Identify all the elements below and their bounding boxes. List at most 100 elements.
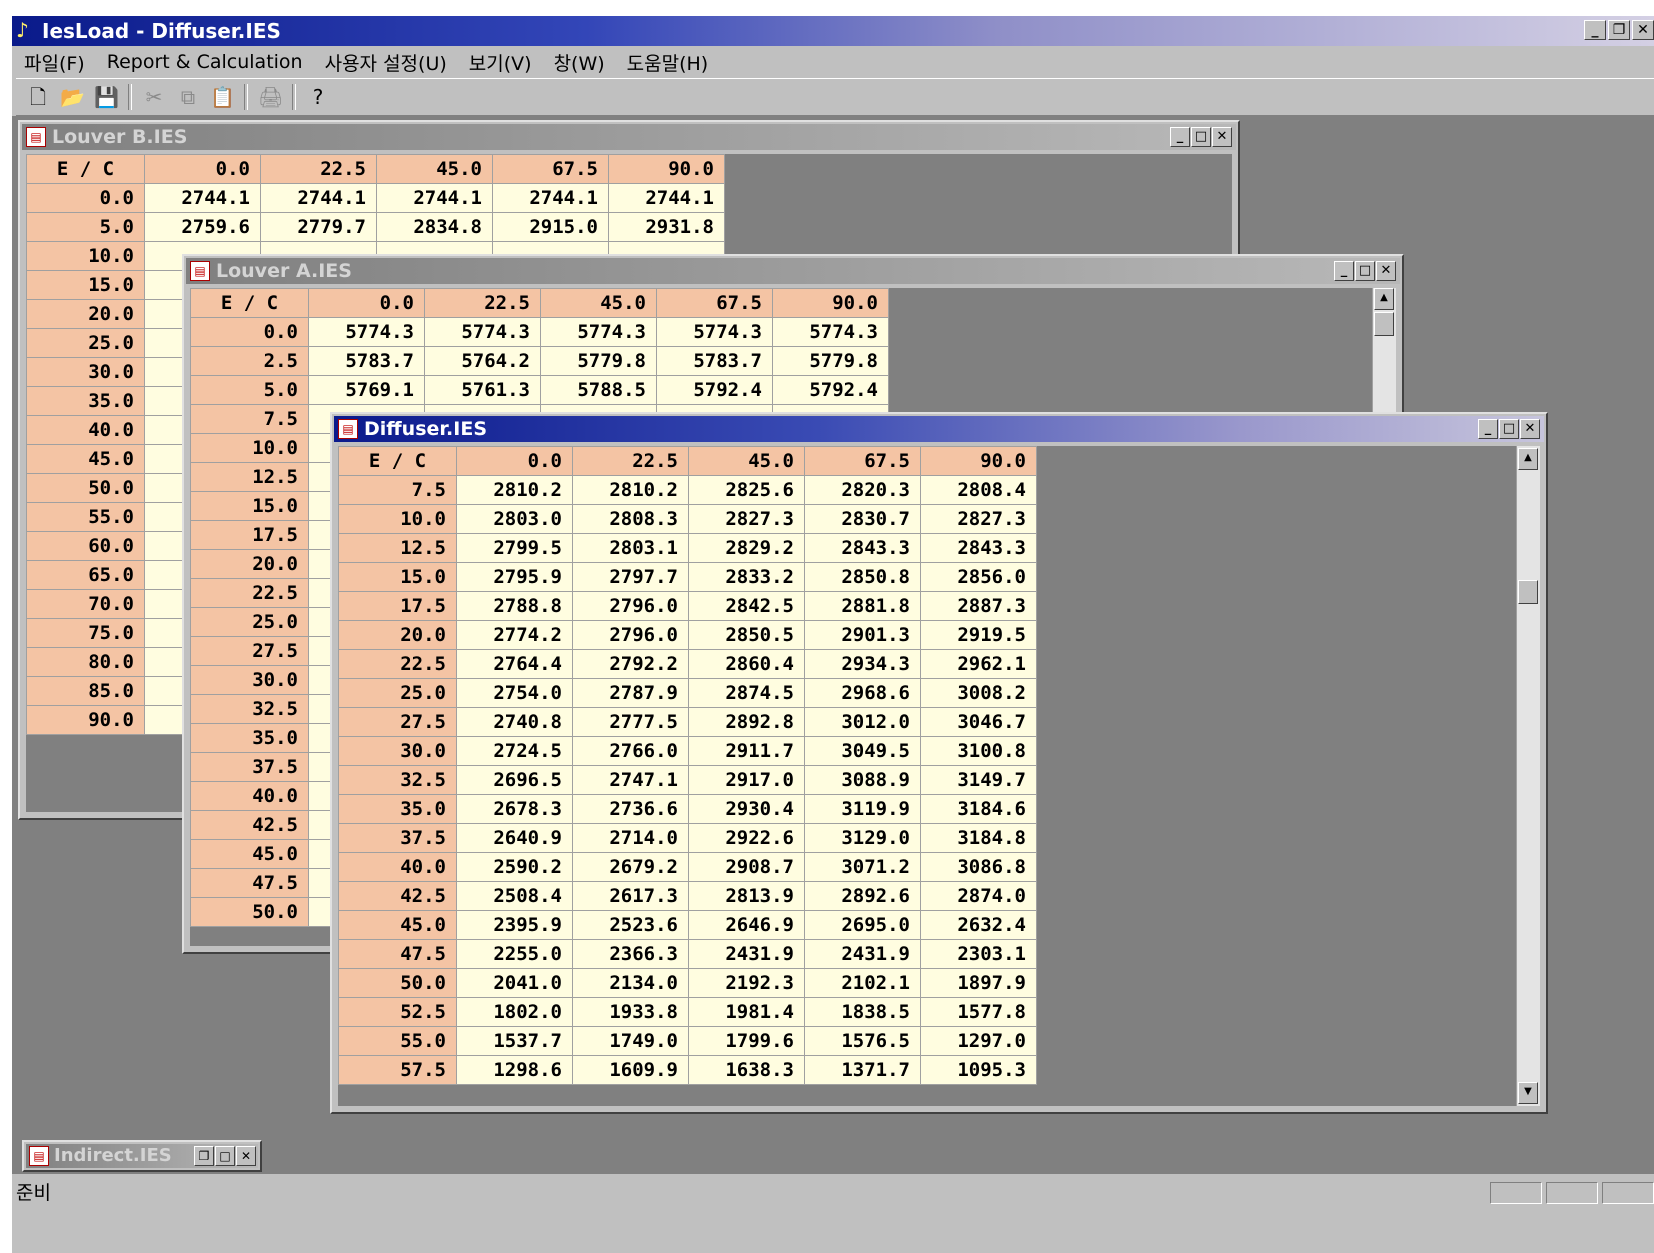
table-cell[interactable]: 3119.9 [804, 794, 921, 824]
louver-b-close-button[interactable]: ✕ [1212, 127, 1232, 147]
row-header[interactable]: 35.0 [190, 723, 309, 753]
table-cell[interactable]: 2632.4 [920, 910, 1037, 940]
menu-file[interactable]: 파일(F) [24, 49, 85, 76]
row-header[interactable]: 37.5 [338, 823, 457, 853]
row-header[interactable]: 35.0 [26, 386, 145, 416]
table-cell[interactable]: 1577.8 [920, 997, 1037, 1027]
table-cell[interactable]: 1933.8 [572, 997, 689, 1027]
table-cell[interactable]: 5779.8 [772, 346, 889, 376]
louver-a-title-bar[interactable]: ▤ Louver A.IES _ □ ✕ [186, 258, 1400, 284]
row-header[interactable]: 85.0 [26, 676, 145, 706]
table-cell[interactable]: 2803.1 [572, 533, 689, 563]
save-icon[interactable]: 💾 [94, 85, 119, 109]
copy-icon[interactable]: ⧉ [176, 85, 200, 109]
table-cell[interactable]: 2813.9 [688, 881, 805, 911]
scroll-up-arrow-icon[interactable]: ▲ [1374, 288, 1394, 310]
table-cell[interactable]: 1298.6 [456, 1055, 573, 1085]
table-cell[interactable]: 5774.3 [540, 317, 657, 347]
row-header[interactable]: 32.5 [338, 765, 457, 795]
table-cell[interactable]: 2968.6 [804, 678, 921, 708]
table-cell[interactable]: 5774.3 [772, 317, 889, 347]
row-header[interactable]: 32.5 [190, 694, 309, 724]
table-cell[interactable]: 2366.3 [572, 939, 689, 969]
row-header[interactable]: 0.0 [190, 317, 309, 347]
table-cell[interactable]: 2744.1 [144, 183, 261, 213]
row-header[interactable]: 25.0 [338, 678, 457, 708]
diffuser-data-grid[interactable]: E / C 0.0 22.5 45.0 67.5 90.0 7.5 2810.2 2810.2 2… [338, 446, 1037, 1085]
table-cell[interactable]: 3184.8 [920, 823, 1037, 853]
row-header[interactable]: 57.5 [338, 1055, 457, 1085]
table-cell[interactable]: 2795.9 [456, 562, 573, 592]
table-cell[interactable]: 1371.7 [804, 1055, 921, 1085]
window-diffuser[interactable]: ▤ Diffuser.IES _ □ ✕ E / C 0.0 22.5 45.0 67.… [330, 412, 1548, 1114]
table-cell[interactable]: 2808.3 [572, 504, 689, 534]
table-cell[interactable]: 3008.2 [920, 678, 1037, 708]
row-header[interactable]: 15.0 [26, 270, 145, 300]
table-cell[interactable]: 2679.2 [572, 852, 689, 882]
table-cell[interactable]: 2850.5 [688, 620, 805, 650]
row-header[interactable]: 75.0 [26, 618, 145, 648]
table-cell[interactable]: 2646.9 [688, 910, 805, 940]
column-header[interactable]: 0.0 [456, 446, 573, 476]
table-cell[interactable]: 2796.0 [572, 591, 689, 621]
table-cell[interactable]: 2714.0 [572, 823, 689, 853]
table-cell[interactable]: 2678.3 [456, 794, 573, 824]
row-header[interactable]: 30.0 [26, 357, 145, 387]
row-header[interactable]: 50.0 [190, 897, 309, 927]
scrollbar-thumb[interactable] [1518, 580, 1538, 604]
table-cell[interactable]: 2922.6 [688, 823, 805, 853]
table-cell[interactable]: 3046.7 [920, 707, 1037, 737]
table-cell[interactable]: 2744.1 [376, 183, 493, 213]
row-header[interactable]: 60.0 [26, 531, 145, 561]
table-cell[interactable]: 2860.4 [688, 649, 805, 679]
table-cell[interactable]: 2834.8 [376, 212, 493, 242]
table-cell[interactable]: 2874.5 [688, 678, 805, 708]
table-cell[interactable]: 5769.1 [308, 375, 425, 405]
table-cell[interactable]: 1799.6 [688, 1026, 805, 1056]
table-cell[interactable]: 2919.5 [920, 620, 1037, 650]
table-cell[interactable]: 2799.5 [456, 533, 573, 563]
louver-a-close-button[interactable]: ✕ [1376, 261, 1396, 281]
table-cell[interactable]: 2747.1 [572, 765, 689, 795]
table-cell[interactable]: 2820.3 [804, 475, 921, 505]
row-header[interactable]: 55.0 [338, 1026, 457, 1056]
louver-b-minimize-button[interactable]: _ [1170, 127, 1190, 147]
table-cell[interactable]: 1095.3 [920, 1055, 1037, 1085]
grid-corner-header[interactable]: E / C [190, 288, 309, 318]
row-header[interactable]: 10.0 [190, 433, 309, 463]
table-cell[interactable]: 2696.5 [456, 765, 573, 795]
row-header[interactable]: 27.5 [190, 636, 309, 666]
table-cell[interactable]: 2874.0 [920, 881, 1037, 911]
row-header[interactable]: 12.5 [190, 462, 309, 492]
louver-a-maximize-button[interactable]: □ [1355, 261, 1375, 281]
table-cell[interactable]: 2740.8 [456, 707, 573, 737]
row-header[interactable]: 5.0 [26, 212, 145, 242]
table-cell[interactable]: 2779.7 [260, 212, 377, 242]
menu-window[interactable]: 창(W) [554, 49, 605, 76]
table-cell[interactable]: 2930.4 [688, 794, 805, 824]
column-header[interactable]: 45.0 [540, 288, 657, 318]
row-header[interactable]: 15.0 [190, 491, 309, 521]
table-cell[interactable]: 3086.8 [920, 852, 1037, 882]
table-cell[interactable]: 2915.0 [492, 212, 609, 242]
table-cell[interactable]: 2850.8 [804, 562, 921, 592]
table-cell[interactable]: 2887.3 [920, 591, 1037, 621]
row-header[interactable]: 40.0 [26, 415, 145, 445]
open-folder-icon[interactable]: 📂 [60, 85, 85, 109]
table-cell[interactable]: 2724.5 [456, 736, 573, 766]
table-cell[interactable]: 5764.2 [424, 346, 541, 376]
table-cell[interactable]: 2797.7 [572, 562, 689, 592]
column-header[interactable]: 90.0 [608, 154, 725, 184]
row-header[interactable]: 65.0 [26, 560, 145, 590]
column-header[interactable]: 45.0 [376, 154, 493, 184]
help-icon[interactable]: ? [306, 85, 330, 109]
row-header[interactable]: 55.0 [26, 502, 145, 532]
table-cell[interactable]: 5792.4 [656, 375, 773, 405]
row-header[interactable]: 0.0 [26, 183, 145, 213]
indirect-maximize-button[interactable]: □ [215, 1146, 235, 1166]
table-cell[interactable]: 2843.3 [920, 533, 1037, 563]
table-cell[interactable]: 2777.5 [572, 707, 689, 737]
row-header[interactable]: 42.5 [190, 810, 309, 840]
cut-icon[interactable]: ✂ [142, 85, 166, 109]
menu-user-settings[interactable]: 사용자 설정(U) [325, 49, 447, 76]
